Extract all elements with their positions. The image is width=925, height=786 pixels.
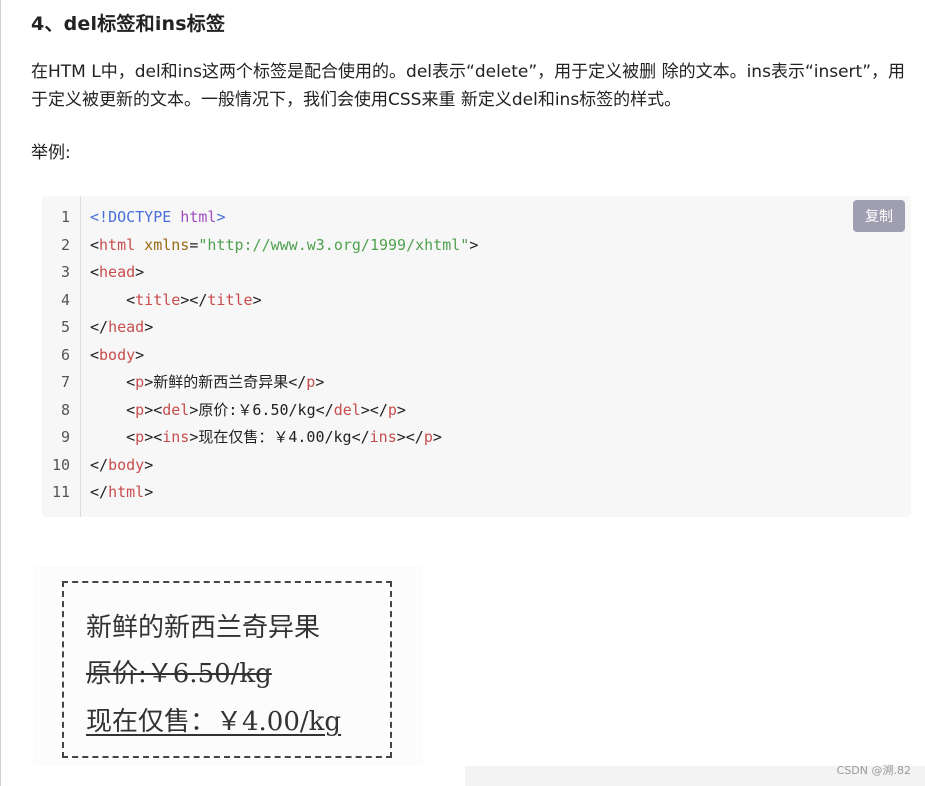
left-border bbox=[0, 0, 1, 786]
line-number: 7 bbox=[60, 373, 70, 391]
code-line-6: <body> bbox=[90, 342, 478, 370]
code-line-5: </head> bbox=[90, 314, 478, 342]
punct: < bbox=[126, 290, 136, 309]
code-line-8: <p><del>原价:￥6.50/kg</del></p> bbox=[90, 397, 478, 425]
punct: > bbox=[180, 290, 190, 309]
punct: </ bbox=[90, 483, 109, 501]
tag-name: ins bbox=[369, 428, 397, 446]
punct: ></ bbox=[360, 400, 388, 419]
section-heading: 4、del标签和ins标签 bbox=[31, 13, 226, 35]
punct: > bbox=[144, 455, 154, 474]
tag-name: ins bbox=[162, 428, 190, 446]
punct: > bbox=[252, 290, 262, 309]
tag-name: del bbox=[333, 400, 361, 419]
tag-name: p bbox=[135, 428, 145, 446]
punct: </ bbox=[315, 400, 334, 419]
doctype-open: <! bbox=[90, 208, 109, 226]
punct: >< bbox=[144, 428, 163, 446]
line-number: 10 bbox=[51, 455, 70, 474]
example-label: 举例: bbox=[31, 143, 71, 163]
code-line-4: <title></title> bbox=[90, 287, 478, 315]
punct: > bbox=[144, 373, 154, 391]
line-number: 6 bbox=[60, 345, 70, 364]
text-content: 原价:￥6.50/kg bbox=[198, 400, 316, 419]
rendered-example-box: 新鲜的新西兰奇异果 原价:￥6.50/kg 现在仅售：￥4.00/kg bbox=[62, 581, 392, 758]
tag-name: head bbox=[99, 263, 136, 281]
rendered-line-deleted: 原价:￥6.50/kg bbox=[86, 659, 272, 689]
rendered-line-inserted: 现在仅售：￥4.00/kg bbox=[86, 707, 342, 737]
doctype-close: > bbox=[216, 208, 226, 226]
punct: < bbox=[126, 428, 136, 446]
code-line-11: </html> bbox=[90, 479, 478, 507]
punct: </ bbox=[351, 428, 370, 446]
punct: </ bbox=[90, 455, 109, 474]
line-number: 1 bbox=[60, 208, 70, 226]
line-number: 9 bbox=[60, 428, 70, 446]
line-number-gutter: 1 2 3 4 5 6 7 8 9 10 11 bbox=[42, 204, 80, 507]
doctype-name: html bbox=[171, 208, 217, 226]
punct: > bbox=[432, 428, 442, 446]
tag-name: title bbox=[135, 290, 181, 309]
punct: </ bbox=[288, 373, 307, 391]
tag-name: p bbox=[387, 400, 397, 419]
punct: < bbox=[90, 235, 100, 254]
code-line-10: </body> bbox=[90, 452, 478, 480]
code-line-3: <head> bbox=[90, 259, 478, 287]
tag-name: html bbox=[108, 483, 145, 501]
punct: > bbox=[469, 235, 479, 254]
code-lines[interactable]: <!DOCTYPE html> <html xmlns="http://www.… bbox=[90, 204, 478, 507]
line-number: 8 bbox=[60, 400, 70, 419]
text-content: 现在仅售：￥4.00/kg bbox=[198, 428, 352, 446]
punct: </ bbox=[189, 290, 208, 309]
line-number: 3 bbox=[60, 263, 70, 281]
tag-name: del bbox=[162, 400, 190, 419]
code-line-1: <!DOCTYPE html> bbox=[90, 204, 478, 232]
text-content: 新鲜的新西兰奇异果 bbox=[153, 373, 289, 391]
rendered-line-plain: 新鲜的新西兰奇异果 bbox=[86, 613, 321, 643]
punct: > bbox=[144, 483, 154, 501]
code-block: 1 2 3 4 5 6 7 8 9 10 11 <!DOCTYPE html> … bbox=[42, 196, 911, 517]
tag-name: p bbox=[423, 428, 433, 446]
gutter-divider bbox=[80, 196, 81, 517]
punct: < bbox=[90, 263, 100, 281]
punct: < bbox=[126, 373, 136, 391]
tag-name: p bbox=[135, 400, 145, 419]
punct: < bbox=[90, 345, 100, 364]
tag-name: body bbox=[108, 455, 145, 474]
tag-name: head bbox=[108, 318, 145, 336]
code-line-7: <p>新鲜的新西兰奇异果</p> bbox=[90, 369, 478, 397]
attr-value: "http://www.w3.org/1999/xhtml" bbox=[198, 235, 470, 254]
punct: > bbox=[144, 318, 154, 336]
line-number: 11 bbox=[51, 483, 70, 501]
line-number: 2 bbox=[60, 235, 70, 254]
punct: < bbox=[126, 400, 136, 419]
tag-name: title bbox=[207, 290, 253, 309]
punct: > bbox=[135, 345, 145, 364]
tag-name: body bbox=[99, 345, 136, 364]
punct: </ bbox=[90, 318, 109, 336]
tag-name: html bbox=[99, 235, 136, 254]
watermark: CSDN @溯.82 bbox=[836, 764, 911, 777]
punct: >< bbox=[144, 400, 163, 419]
punct: > bbox=[315, 373, 325, 391]
line-number: 5 bbox=[60, 318, 70, 336]
copy-button[interactable]: 复制 bbox=[853, 200, 905, 232]
tag-name: p bbox=[306, 373, 316, 391]
attr-name: xmlns bbox=[135, 235, 190, 254]
code-line-9: <p><ins>现在仅售：￥4.00/kg</ins></p> bbox=[90, 424, 478, 452]
intro-paragraph: 在HTM L中，del和ins这两个标签是配合使用的。del表示“delete”… bbox=[31, 62, 906, 110]
line-number: 4 bbox=[60, 290, 70, 309]
doctype-keyword: DOCTYPE bbox=[108, 208, 172, 226]
punct: > bbox=[396, 400, 406, 419]
punct: > bbox=[135, 263, 145, 281]
tag-name: p bbox=[135, 373, 145, 391]
punct: ></ bbox=[396, 428, 424, 446]
code-line-2: <html xmlns="http://www.w3.org/1999/xhtm… bbox=[90, 232, 478, 260]
